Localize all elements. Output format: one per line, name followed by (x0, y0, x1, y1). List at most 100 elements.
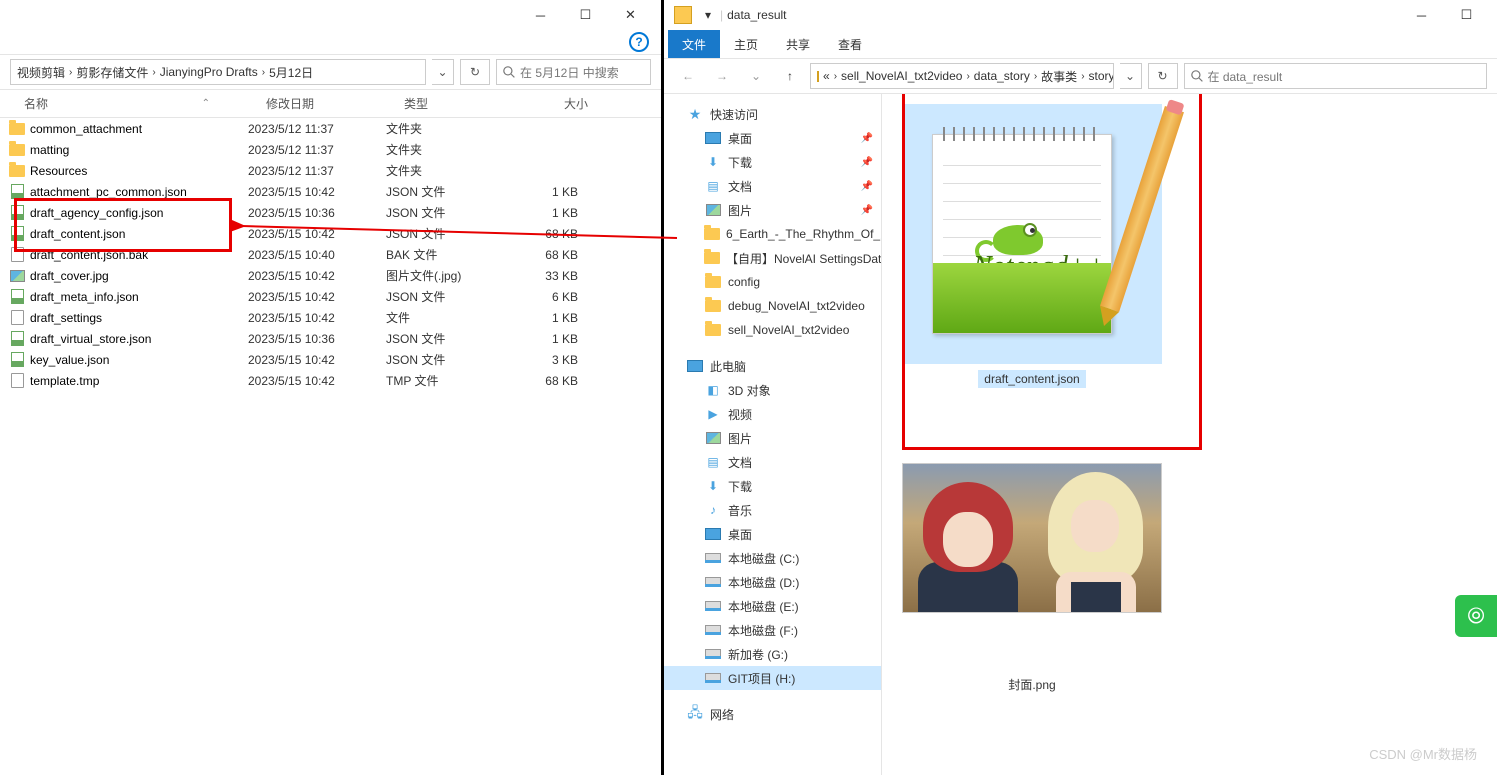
tree-item[interactable]: sell_NovelAI_txt2video (664, 318, 881, 342)
search-input[interactable]: 在 data_result (1184, 63, 1488, 89)
tree-item[interactable]: 新加卷 (G:) (664, 642, 881, 666)
tree-item[interactable]: 本地磁盘 (F:) (664, 618, 881, 642)
file-row[interactable]: key_value.json2023/5/15 10:42JSON 文件3 KB (0, 349, 661, 370)
col-type[interactable]: 类型 (396, 95, 516, 112)
maximize-button[interactable]: ☐ (563, 0, 608, 30)
tree-item[interactable]: 桌面 (664, 522, 881, 546)
ribbon-home[interactable]: 主页 (720, 30, 772, 59)
file-row[interactable]: draft_content.json2023/5/15 10:42JSON 文件… (0, 223, 661, 244)
file-row[interactable]: draft_settings2023/5/15 10:42文件1 KB (0, 307, 661, 328)
minimize-button[interactable]: ─ (1399, 0, 1444, 30)
up-button[interactable]: ↑ (776, 63, 804, 89)
breadcrumb-segment[interactable]: JianyingPro Drafts (160, 65, 258, 79)
refresh-button[interactable]: ↻ (460, 59, 490, 85)
tree-label: sell_NovelAI_txt2video (728, 323, 849, 337)
tree-item[interactable]: ⬇下载 (664, 474, 881, 498)
this-pc-header[interactable]: 此电脑 (664, 354, 881, 378)
down-icon: ⬇ (704, 154, 722, 170)
wechat-badge-icon[interactable]: ⦾ (1455, 595, 1497, 637)
breadcrumb-dropdown[interactable]: ⌄ (1120, 63, 1142, 89)
tree-item[interactable]: 本地磁盘 (E:) (664, 594, 881, 618)
tree-item[interactable]: 图片 (664, 426, 881, 450)
tree-item[interactable]: ♪音乐 (664, 498, 881, 522)
ribbon-share[interactable]: 共享 (772, 30, 824, 59)
file-row[interactable]: draft_agency_config.json2023/5/15 10:36J… (0, 202, 661, 223)
ribbon-view[interactable]: 查看 (824, 30, 876, 59)
network-header[interactable]: 🖧网络 (664, 702, 881, 726)
col-date[interactable]: 修改日期 (258, 95, 396, 112)
file-type: 图片文件(.jpg) (386, 267, 506, 284)
star-icon: ★ (686, 106, 704, 122)
tree-label: 音乐 (728, 502, 752, 519)
tree-item[interactable]: config (664, 270, 881, 294)
breadcrumb[interactable]: 视频剪辑›剪影存储文件›JianyingPro Drafts›5月12日 (10, 59, 426, 85)
file-list: 名称⌃ 修改日期 类型 大小 common_attachment 2023/5/1… (0, 90, 661, 775)
breadcrumb-dropdown[interactable]: ⌄ (432, 59, 454, 85)
breadcrumb-segment[interactable]: data_story (974, 69, 1030, 83)
file-row[interactable]: attachment_pc_common.json2023/5/15 10:42… (0, 181, 661, 202)
tree-item[interactable]: debug_NovelAI_txt2video (664, 294, 881, 318)
breadcrumb-segment[interactable]: sell_NovelAI_txt2video (841, 69, 962, 83)
thumbnail-item[interactable]: 封面.png (892, 408, 1172, 695)
breadcrumb-segment[interactable]: 5月12日 (269, 64, 313, 81)
col-size[interactable]: 大小 (516, 95, 596, 112)
tree-item[interactable]: 【自用】NovelAI SettingsData (664, 246, 881, 270)
back-button[interactable]: ← (674, 63, 702, 89)
thumbnail-item[interactable]: 绝命列车.docx (892, 715, 1172, 775)
thumbnail-item[interactable]: Notepad++draft_content.json (892, 104, 1172, 388)
breadcrumb-segment[interactable]: story_1 (1089, 69, 1114, 83)
tree-item[interactable]: GIT项目 (H:) (664, 666, 881, 690)
notepadpp-icon: Notepad++ (922, 114, 1142, 354)
close-button[interactable]: ✕ (608, 0, 653, 30)
breadcrumb-segment[interactable]: « (823, 69, 830, 83)
recent-dropdown[interactable]: ⌄ (742, 63, 770, 89)
file-row[interactable]: common_attachment2023/5/12 11:37文件夹 (0, 118, 661, 139)
file-row[interactable]: draft_virtual_store.json2023/5/15 10:36J… (0, 328, 661, 349)
file-row[interactable]: draft_content.json.bak2023/5/15 10:40BAK… (0, 244, 661, 265)
file-icon (8, 373, 26, 389)
file-row[interactable]: template.tmp2023/5/15 10:42TMP 文件68 KB (0, 370, 661, 391)
file-type: JSON 文件 (386, 351, 506, 368)
help-icon[interactable]: ? (629, 32, 649, 52)
file-row[interactable]: Resources2023/5/12 11:37文件夹 (0, 160, 661, 181)
qa-down-icon[interactable]: ▾ (700, 8, 716, 22)
file-row[interactable]: draft_meta_info.json2023/5/15 10:42JSON … (0, 286, 661, 307)
tree-item[interactable]: ◧3D 对象 (664, 378, 881, 402)
folder-icon (704, 250, 720, 266)
ribbon-file[interactable]: 文件 (668, 30, 720, 59)
tree-item[interactable]: ▶视频 (664, 402, 881, 426)
tree-item[interactable]: 本地磁盘 (D:) (664, 570, 881, 594)
minimize-button[interactable]: ─ (518, 0, 563, 30)
file-size: 6 KB (506, 290, 578, 304)
tree-item[interactable]: 6_Earth_-_The_Rhythm_Of_📌 (664, 222, 881, 246)
forward-button[interactable]: → (708, 63, 736, 89)
window-controls: ─ ☐ ✕ (518, 0, 653, 30)
pc-icon (704, 526, 722, 542)
col-name[interactable]: 名称⌃ (0, 95, 258, 112)
file-name: common_attachment (30, 122, 142, 136)
tree-item[interactable]: 图片📌 (664, 198, 881, 222)
maximize-button[interactable]: ☐ (1444, 0, 1489, 30)
file-row[interactable]: matting2023/5/12 11:37文件夹 (0, 139, 661, 160)
file-size: 3 KB (506, 353, 578, 367)
file-row[interactable]: draft_cover.jpg2023/5/15 10:42图片文件(.jpg)… (0, 265, 661, 286)
quick-access-header[interactable]: ★快速访问 (664, 102, 881, 126)
refresh-button[interactable]: ↻ (1148, 63, 1178, 89)
tree-label: 桌面 (728, 526, 752, 543)
breadcrumb-segment[interactable]: 剪影存储文件 (76, 64, 148, 81)
tree-label: 6_Earth_-_The_Rhythm_Of_ (726, 227, 880, 241)
breadcrumb-segment[interactable]: 故事类 (1041, 68, 1077, 85)
chevron-right-icon: › (152, 67, 155, 78)
search-input[interactable]: 在 5月12日 中搜索 (496, 59, 651, 85)
tree-item[interactable]: ▤文档📌 (664, 174, 881, 198)
file-name: attachment_pc_common.json (30, 185, 187, 199)
file-date: 2023/5/12 11:37 (248, 122, 386, 136)
tree-item[interactable]: ▤文档 (664, 450, 881, 474)
watermark: CSDN @Mr数据杨 (1369, 744, 1477, 763)
breadcrumb-segment[interactable]: 视频剪辑 (17, 64, 65, 81)
breadcrumb[interactable]: «›sell_NovelAI_txt2video›data_story›故事类›… (810, 63, 1114, 89)
tree-item[interactable]: 桌面📌 (664, 126, 881, 150)
chevron-right-icon: › (966, 71, 969, 82)
tree-item[interactable]: ⬇下载📌 (664, 150, 881, 174)
tree-item[interactable]: 本地磁盘 (C:) (664, 546, 881, 570)
